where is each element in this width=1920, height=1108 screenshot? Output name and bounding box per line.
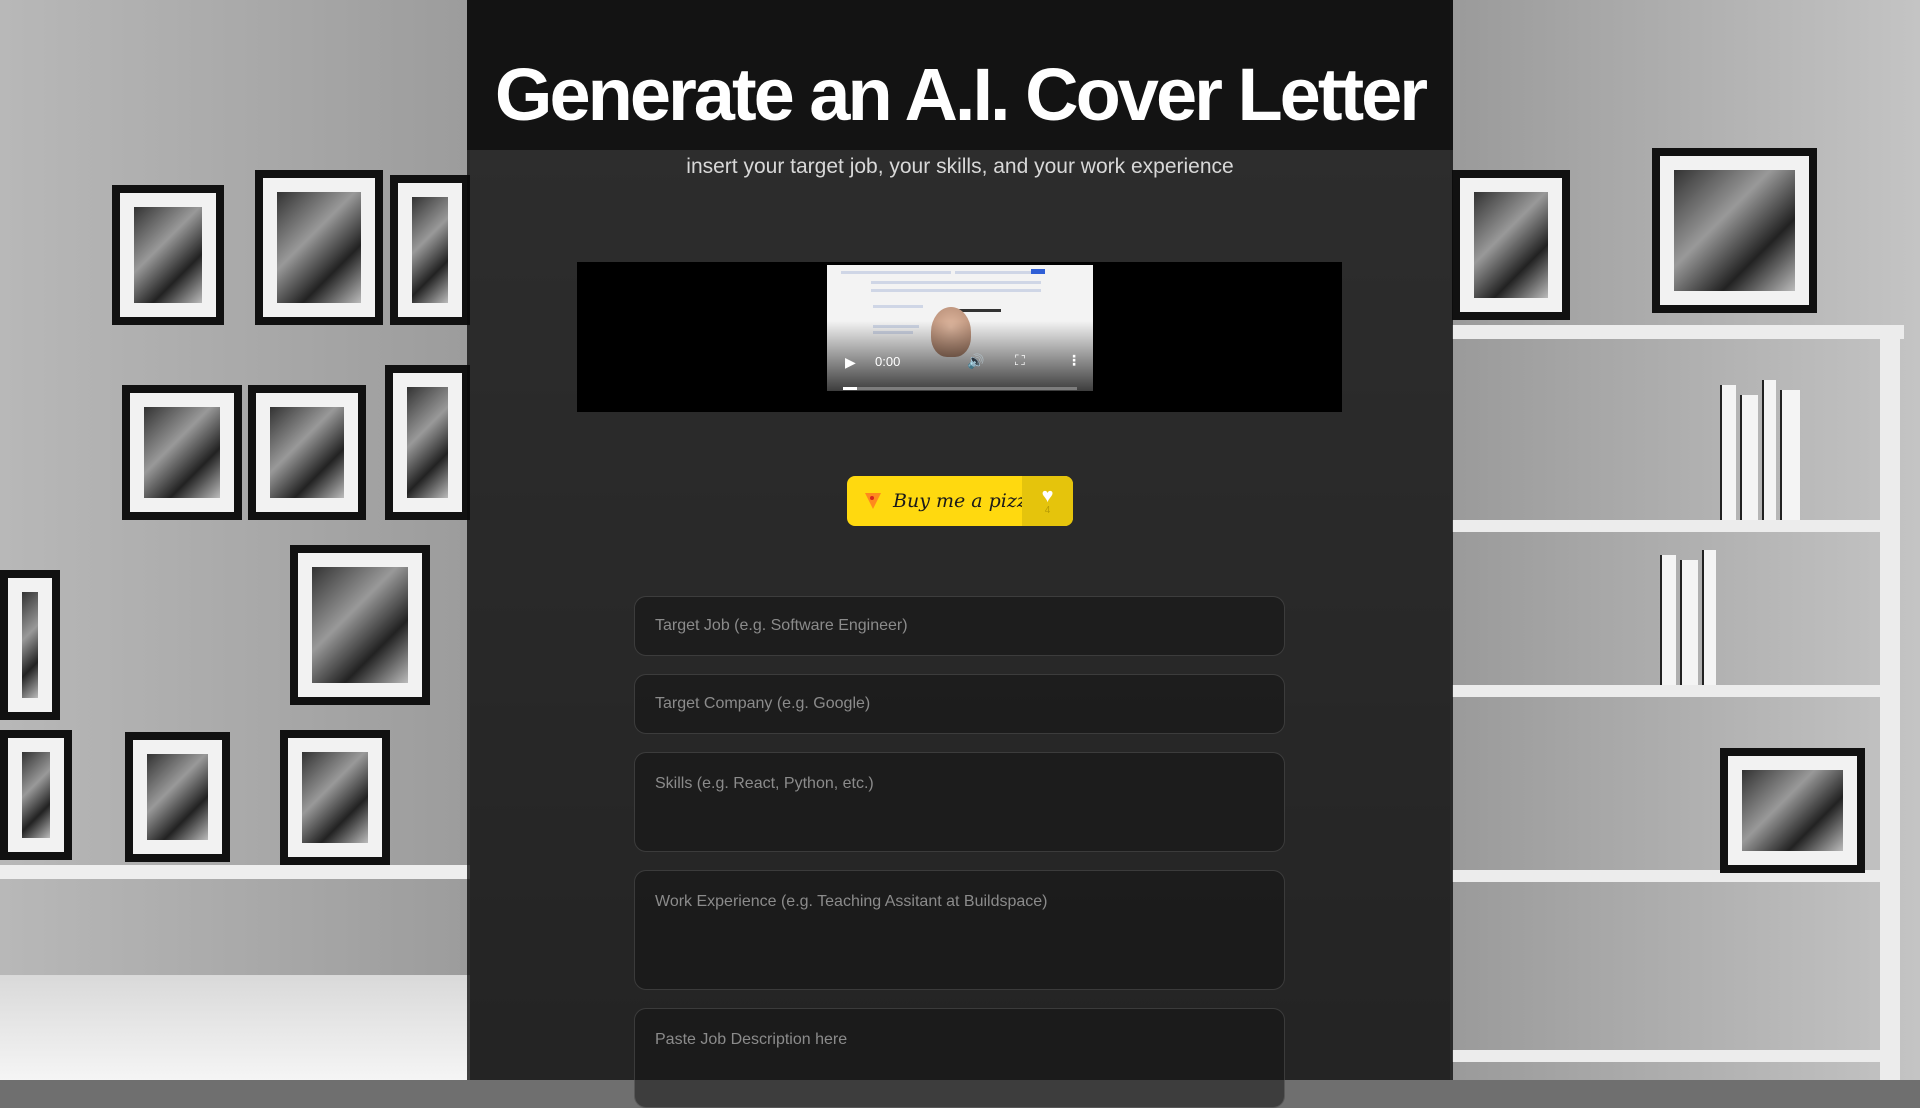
heart-icon: ♥ [1041, 484, 1054, 507]
picture-frame [280, 730, 390, 865]
target-job-input[interactable] [634, 596, 1285, 656]
picture-frame [0, 730, 72, 860]
book [1702, 550, 1716, 685]
video-player[interactable]: ▶ 0:00 🔊 ⛶ ⋮ [827, 265, 1093, 391]
skills-input[interactable] [634, 752, 1285, 852]
book [1720, 385, 1736, 520]
shelf [1452, 1050, 1892, 1062]
supporter-count: 4 [1044, 504, 1051, 516]
picture-frame [1652, 148, 1817, 313]
picture-frame [1452, 170, 1570, 320]
picture-frame [125, 732, 230, 862]
picture-frame [385, 365, 470, 520]
shelf [1452, 520, 1892, 532]
job-description-input[interactable] [634, 1008, 1285, 1108]
video-time: 0:00 [875, 354, 901, 369]
page-subtitle: insert your target job, your skills, and… [686, 155, 1234, 178]
volume-icon[interactable]: 🔊 [967, 353, 984, 370]
buy-me-a-pizza-button[interactable]: Buy me a pizza ♥ 4 [847, 476, 1073, 526]
picture-frame [0, 570, 60, 720]
shelf [1452, 685, 1892, 697]
video-progress-bar[interactable] [843, 387, 1077, 390]
book [1780, 390, 1800, 520]
wall-left [0, 0, 470, 1080]
book [1762, 380, 1776, 520]
target-company-input[interactable] [634, 674, 1285, 734]
desk [0, 975, 470, 1080]
picture-frame [1720, 748, 1865, 873]
book [1660, 555, 1676, 685]
supporter-count-badge: ♥ 4 [1022, 476, 1073, 526]
picture-frame [122, 385, 242, 520]
pizza-icon [863, 492, 881, 510]
shelf [0, 865, 470, 879]
picture-frame [290, 545, 430, 705]
shelf [1452, 325, 1904, 339]
shelf [1880, 325, 1900, 1080]
picture-frame [248, 385, 366, 520]
picture-frame [112, 185, 224, 325]
pizza-button-label: Buy me a pizza [893, 490, 1039, 512]
more-options-icon[interactable]: ⋮ [1067, 352, 1081, 369]
page-title: Generate an A.I. Cover Letter [494, 53, 1428, 136]
play-icon[interactable]: ▶ [845, 354, 856, 371]
picture-frame [255, 170, 383, 325]
work-experience-input[interactable] [634, 870, 1285, 990]
book [1740, 395, 1758, 520]
book [1680, 560, 1698, 685]
fullscreen-icon[interactable]: ⛶ [1015, 352, 1025, 369]
picture-frame [390, 175, 470, 325]
